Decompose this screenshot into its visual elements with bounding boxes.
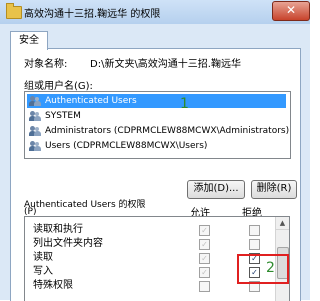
object-name-label: 对象名称: xyxy=(24,59,68,70)
group-name: Administrators (CDPRMCLEW88MCWX\Administ… xyxy=(45,126,290,136)
table-row: 读取和执行 ✓ xyxy=(25,223,273,237)
list-item[interactable]: SYSTEM xyxy=(27,109,286,123)
deny-checkbox[interactable] xyxy=(249,225,260,236)
object-name-value: D:\新文夹\高效沟通十三招.鞠远华 xyxy=(90,59,241,70)
table-row: 写入 ✓ ✓ xyxy=(25,265,273,279)
table-row: 列出文件夹内容 ✓ xyxy=(25,237,273,251)
annotation-1: 1 xyxy=(180,96,189,112)
scroll-up-arrow-icon[interactable]: ▲ xyxy=(276,217,289,230)
permissions-label: Authenticated Users 的权限 xyxy=(24,200,146,210)
highlight-box xyxy=(237,254,289,284)
folder-icon xyxy=(6,3,22,19)
allow-checkbox[interactable]: ✓ xyxy=(199,225,210,236)
permission-name: 读取和执行 xyxy=(33,224,83,235)
group-list[interactable]: Authenticated Users SYSTEM Administrator… xyxy=(24,91,291,159)
window-title: 高效沟通十三招.鞠远华 的权限 xyxy=(24,9,161,20)
deny-checkbox[interactable] xyxy=(249,239,260,250)
user-group-icon xyxy=(29,111,41,121)
table-row: 读取 ✓ ✓ xyxy=(25,251,273,265)
user-group-icon xyxy=(29,126,41,136)
list-item[interactable]: Administrators (CDPRMCLEW88MCWX\Administ… xyxy=(27,124,290,138)
annotation-2: 2 xyxy=(266,260,275,276)
permission-name: 读取 xyxy=(33,252,53,263)
allow-checkbox[interactable]: ✓ xyxy=(199,267,210,278)
user-group-icon xyxy=(29,141,41,151)
group-name: Authenticated Users xyxy=(45,96,137,106)
table-row: 特殊权限 xyxy=(25,279,273,293)
user-group-icon xyxy=(29,96,41,106)
permission-name: 列出文件夹内容 xyxy=(33,238,103,249)
allow-checkbox[interactable]: ✓ xyxy=(199,239,210,250)
permission-name: 特殊权限 xyxy=(33,280,73,291)
group-name: Users (CDPRMCLEW88MCWX\Users) xyxy=(45,141,208,151)
list-item[interactable]: Users (CDPRMCLEW88MCWX\Users) xyxy=(27,139,286,153)
add-button[interactable]: 添加(D)... xyxy=(187,180,245,199)
close-button[interactable]: ✕ xyxy=(272,1,310,21)
tab-security[interactable]: 安全 xyxy=(10,31,48,50)
remove-button[interactable]: 删除(R) xyxy=(251,180,297,199)
allow-checkbox[interactable]: ✓ xyxy=(199,253,210,264)
groups-label: 组或用户名(G): xyxy=(24,81,93,92)
allow-checkbox[interactable] xyxy=(199,281,210,292)
list-item[interactable]: Authenticated Users xyxy=(27,94,286,108)
group-name: SYSTEM xyxy=(45,111,81,121)
permission-name: 写入 xyxy=(33,266,53,277)
